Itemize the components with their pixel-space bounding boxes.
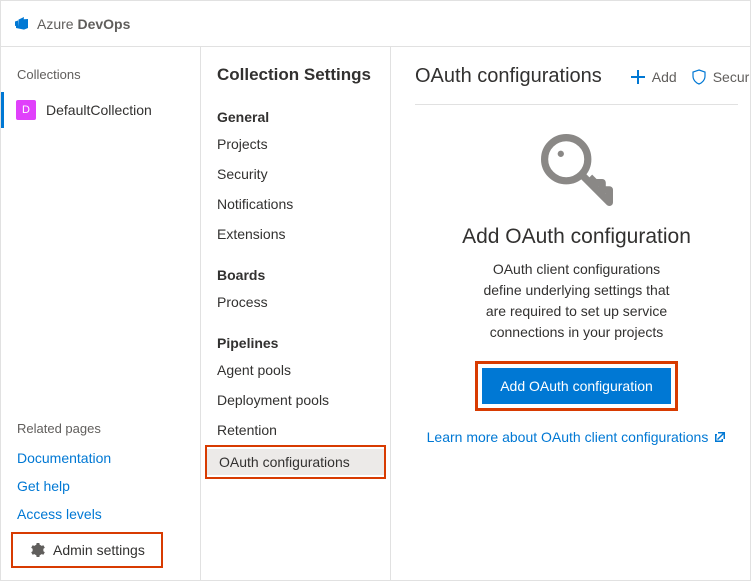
empty-state: Add OAuth configuration OAuth client con…: [415, 115, 738, 580]
brand-text: Azure DevOps: [37, 16, 130, 32]
page-header: OAuth configurations Add Security: [415, 65, 738, 88]
related-pages-header: Related pages: [1, 421, 200, 444]
collection-avatar: D: [16, 100, 36, 120]
learn-more-link[interactable]: Learn more about OAuth client configurat…: [427, 429, 727, 445]
admin-settings-label: Admin settings: [53, 542, 145, 558]
add-button[interactable]: Add: [630, 69, 677, 85]
group-general: General: [201, 103, 390, 129]
collections-header: Collections: [1, 67, 200, 92]
security-button[interactable]: Security: [691, 69, 750, 85]
brand-name-bold: DevOps: [77, 16, 130, 32]
page-title: OAuth configurations: [415, 65, 602, 88]
nav-process[interactable]: Process: [201, 287, 390, 317]
brand-name: Azure: [37, 16, 77, 32]
gear-icon: [29, 542, 45, 558]
nav-oauth-configurations[interactable]: OAuth configurations: [207, 449, 384, 475]
link-documentation[interactable]: Documentation: [1, 444, 200, 472]
collection-name: DefaultCollection: [46, 102, 152, 118]
main-content: OAuth configurations Add Security: [391, 47, 750, 580]
azure-devops-logo-icon: [13, 16, 29, 32]
collection-item-default[interactable]: D DefaultCollection: [1, 92, 200, 128]
learn-more-label: Learn more about OAuth client configurat…: [427, 429, 709, 445]
link-get-help[interactable]: Get help: [1, 472, 200, 500]
empty-body: OAuth client configurations define under…: [477, 259, 677, 343]
nav-retention[interactable]: Retention: [201, 415, 390, 445]
left-sidebar: Collections D DefaultCollection Related …: [1, 47, 201, 580]
nav-security[interactable]: Security: [201, 159, 390, 189]
nav-notifications[interactable]: Notifications: [201, 189, 390, 219]
link-access-levels[interactable]: Access levels: [1, 500, 200, 528]
key-icon: [532, 125, 622, 215]
admin-settings-button[interactable]: Admin settings: [11, 532, 163, 568]
nav-projects[interactable]: Projects: [201, 129, 390, 159]
nav-extensions[interactable]: Extensions: [201, 219, 390, 249]
nav-deployment-pools[interactable]: Deployment pools: [201, 385, 390, 415]
nav-oauth-highlight: OAuth configurations: [205, 445, 386, 479]
shield-icon: [691, 69, 707, 85]
external-link-icon: [714, 431, 726, 443]
settings-title: Collection Settings: [201, 65, 390, 103]
topbar: Azure DevOps: [1, 1, 750, 47]
security-label: Security: [713, 69, 750, 85]
add-oauth-configuration-button[interactable]: Add OAuth configuration: [482, 368, 671, 404]
empty-heading: Add OAuth configuration: [462, 225, 691, 249]
add-oauth-highlight: Add OAuth configuration: [475, 361, 678, 411]
group-boards: Boards: [201, 261, 390, 287]
nav-agent-pools[interactable]: Agent pools: [201, 355, 390, 385]
plus-icon: [630, 69, 646, 85]
group-pipelines: Pipelines: [201, 329, 390, 355]
header-separator: [415, 104, 738, 105]
add-label: Add: [652, 69, 677, 85]
settings-nav: Collection Settings General Projects Sec…: [201, 47, 391, 580]
